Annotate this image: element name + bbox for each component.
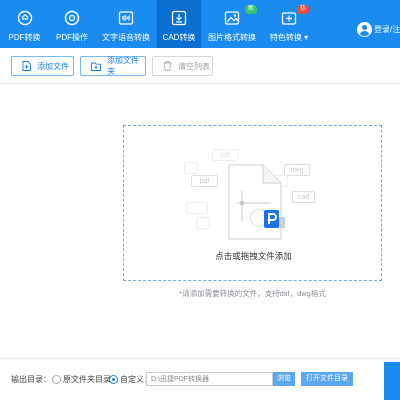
open-folder-button[interactable]: 打开文件目录 [301,372,353,386]
file-plus-icon [22,61,31,71]
cad-file-illustration [223,163,285,247]
pdf-format-tag: pdf [191,175,218,187]
new-badge: 新 [245,5,258,14]
nav-item-text-speech[interactable]: 文字语音转换 [95,0,157,48]
source-folder-radio[interactable] [52,375,61,384]
file-drop-zone[interactable]: pdf pdf dwg cad 点击或拖拽文件添加 [123,125,382,281]
add-folder-label: 添加文件夹 [107,56,139,76]
cad-download-icon [170,9,188,27]
clear-list-button[interactable]: 清空列表 [152,56,213,76]
login-label: 登录/注 [374,25,400,34]
browse-button[interactable]: 浏览 [273,372,295,386]
avatar [357,22,372,37]
hot-badge: 热 [297,5,310,14]
settings-gear-icon [63,9,81,27]
nav-item-pdf-convert[interactable]: PDF转换 [0,0,49,48]
custom-dir-radio[interactable] [109,375,118,384]
format-tag-blank [186,202,208,214]
special-convert-icon [280,9,298,27]
pdf-format-tag: pdf [212,149,238,161]
nav-label: CAD转换 [162,33,196,42]
nav-label: 文字语音转换 [102,33,150,42]
pdf-logo-icon [263,208,287,232]
folder-plus-icon [91,62,101,71]
add-file-button[interactable]: 添加文件 [11,56,74,76]
nav-item-pdf-operate[interactable]: PDF操作 [49,0,95,48]
image-icon [223,9,241,27]
output-dir-label: 输出目录： [11,375,51,384]
cad-format-tag: cad [292,191,315,203]
login-button[interactable]: 登录/注 [357,22,400,37]
format-tag-blank [196,217,210,229]
nav-label: 特色转换 ▾ [269,33,309,42]
add-folder-button[interactable]: 添加文件夹 [80,56,146,76]
nav-label: 图片格式转换 [208,33,256,42]
top-nav-bar: PDF转换 PDF操作 文字语音转换 CAD转换 图片格式转换 新 特色转换 ▾… [0,0,400,48]
source-folder-label: 原文件夹目录 [63,375,111,384]
audio-wave-icon [117,9,135,27]
nav-label: PDF转换 [8,33,41,42]
clear-list-label: 清空列表 [178,61,210,71]
trash-icon [163,61,172,71]
format-tag-blank [184,162,198,174]
start-convert-button[interactable] [384,362,400,400]
drop-zone-hint: 点击或拖拽文件添加 [215,251,292,261]
toolbar: 添加文件 添加文件夹 清空列表 [0,48,400,84]
convert-cycle-icon [16,9,34,27]
add-file-label: 添加文件 [37,61,69,71]
output-path-input[interactable] [146,372,273,386]
dwg-format-tag: dwg [284,164,310,176]
nav-item-cad-convert[interactable]: CAD转换 [157,0,201,48]
supported-formats-tip: *请添加需要转换的文件，支持dxf，dwg格式 [179,289,326,298]
nav-label: PDF操作 [56,33,88,42]
